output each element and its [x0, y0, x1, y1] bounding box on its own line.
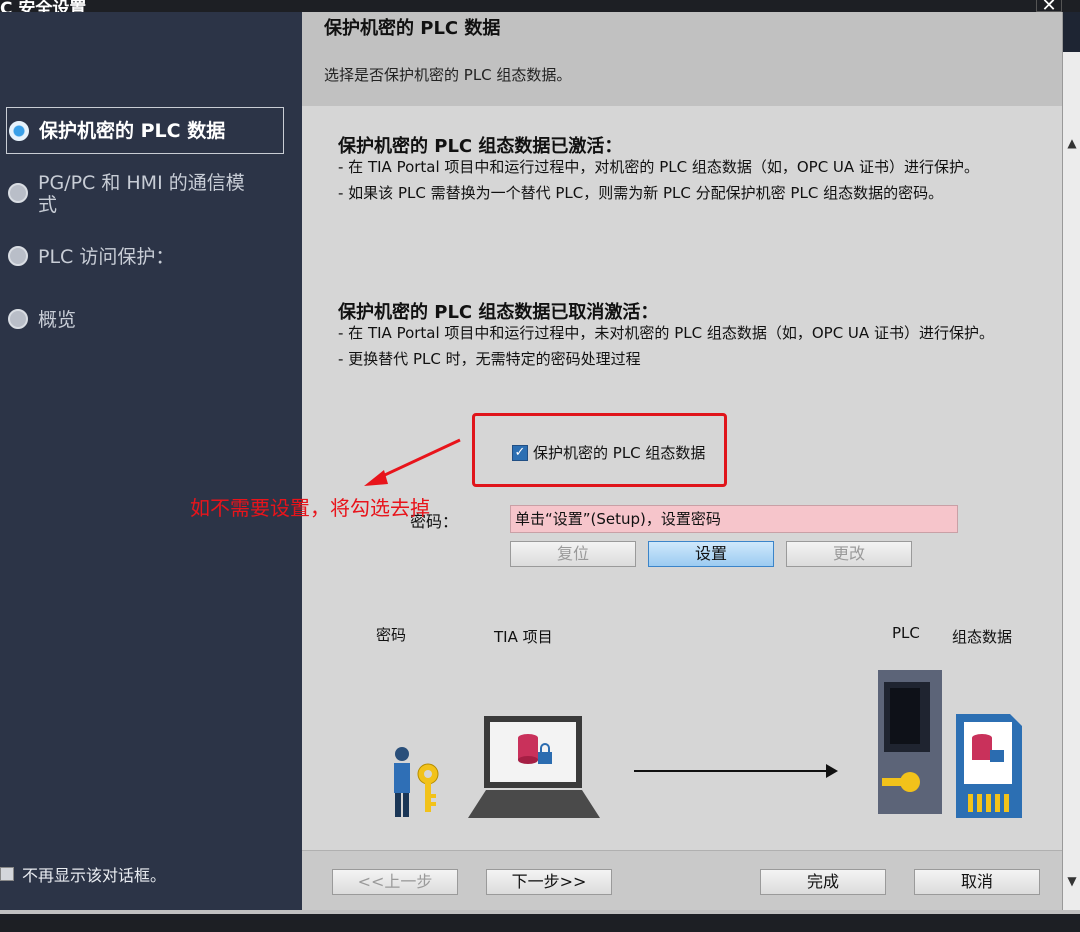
checkbox-icon — [0, 867, 14, 881]
next-button[interactable]: 下一步>> — [486, 869, 612, 895]
radio-icon — [8, 183, 28, 203]
right-edge-header — [1063, 12, 1080, 52]
reset-button[interactable]: 复位 — [510, 541, 636, 567]
title-bar: C 安全设置 ✕ — [0, 0, 1080, 19]
password-field[interactable]: 单击“设置”(Setup)，设置密码 — [510, 505, 958, 533]
dont-show-again-label: 不再显示该对话框。 — [22, 866, 167, 885]
illustration-tia-label: TIA 项目 — [494, 628, 553, 646]
cancel-button[interactable]: 取消 — [914, 869, 1040, 895]
wizard-footer: <<上一步 下一步>> 完成 取消 — [302, 850, 1062, 910]
plc-device-icon — [878, 670, 942, 814]
section-text: - 在 TIA Portal 项目中和运行过程中，未对机密的 PLC 组态数据（… — [338, 324, 994, 342]
sidebar: 保护机密的 PLC 数据 PG/PC 和 HMI 的通信模式 PLC 访问保护：… — [0, 12, 302, 910]
right-edge-panel: ▲ ▼ — [1062, 12, 1080, 910]
arrow-right-icon — [826, 764, 838, 778]
illustration-config-label: 组态数据 — [952, 628, 1013, 646]
bottom-bar — [0, 910, 1080, 932]
sidebar-item-overview[interactable]: 概览 — [6, 309, 284, 331]
section-text: - 在 TIA Portal 项目中和运行过程中，对机密的 PLC 组态数据（如… — [338, 158, 979, 176]
page-header: 保护机密的 PLC 数据 选择是否保护机密的 PLC 组态数据。 — [302, 12, 1062, 106]
page-title: 保护机密的 PLC 数据 — [324, 18, 501, 39]
section-title: 保护机密的 PLC 组态数据已取消激活： — [338, 302, 659, 323]
memory-card-icon — [956, 714, 1022, 818]
protect-data-checkbox[interactable]: ✓ 保护机密的 PLC 组态数据 — [512, 442, 705, 463]
flow-arrow-line — [634, 770, 830, 772]
setup-button[interactable]: 设置 — [648, 541, 774, 567]
sidebar-item-communication-mode[interactable]: PG/PC 和 HMI 的通信模式 — [6, 172, 266, 216]
close-icon[interactable]: ✕ — [1036, 0, 1062, 16]
prev-button[interactable]: <<上一步 — [332, 869, 458, 895]
page-subtitle: 选择是否保护机密的 PLC 组态数据。 — [324, 66, 572, 84]
sidebar-item-label: PLC 访问保护： — [38, 246, 175, 268]
checkbox-checked-icon: ✓ — [512, 444, 528, 461]
section-title: 保护机密的 PLC 组态数据已激活： — [338, 136, 623, 157]
user-key-icon — [394, 747, 439, 817]
section-text: - 更换替代 PLC 时，无需特定的密码处理过程 — [338, 350, 641, 368]
sidebar-item-label: PG/PC 和 HMI 的通信模式 — [38, 172, 245, 216]
sidebar-item-label: 保护机密的 PLC 数据 — [39, 119, 226, 142]
section-deactivated: 保护机密的 PLC 组态数据已取消激活： - 在 TIA Portal 项目中和… — [338, 302, 1050, 368]
sidebar-item-access-protection[interactable]: PLC 访问保护： — [6, 246, 284, 268]
laptop-icon — [468, 716, 600, 818]
illustration-password-label: 密码 — [376, 626, 407, 644]
scroll-down-icon[interactable]: ▼ — [1065, 874, 1079, 888]
radio-icon — [8, 309, 28, 329]
protect-data-checkbox-label: 保护机密的 PLC 组态数据 — [533, 444, 706, 462]
finish-button[interactable]: 完成 — [760, 869, 886, 895]
change-button[interactable]: 更改 — [786, 541, 912, 567]
scroll-up-icon[interactable]: ▲ — [1065, 136, 1079, 150]
radio-selected-icon — [9, 120, 29, 141]
sidebar-item-label: 概览 — [38, 309, 77, 331]
illustration-plc-label: PLC — [892, 624, 920, 642]
sidebar-item-protect-confidential-data[interactable]: 保护机密的 PLC 数据 — [6, 107, 284, 154]
dont-show-again-checkbox[interactable]: 不再显示该对话框。 — [0, 862, 166, 886]
radio-icon — [8, 246, 28, 266]
annotation-text: 如不需要设置，将勾选去掉 — [190, 496, 430, 520]
annotation-arrow — [364, 438, 461, 486]
section-activated: 保护机密的 PLC 组态数据已激活： - 在 TIA Portal 项目中和运行… — [338, 136, 1050, 202]
section-text: - 如果该 PLC 需替换为一个替代 PLC，则需为新 PLC 分配保护机密 P… — [338, 184, 944, 202]
